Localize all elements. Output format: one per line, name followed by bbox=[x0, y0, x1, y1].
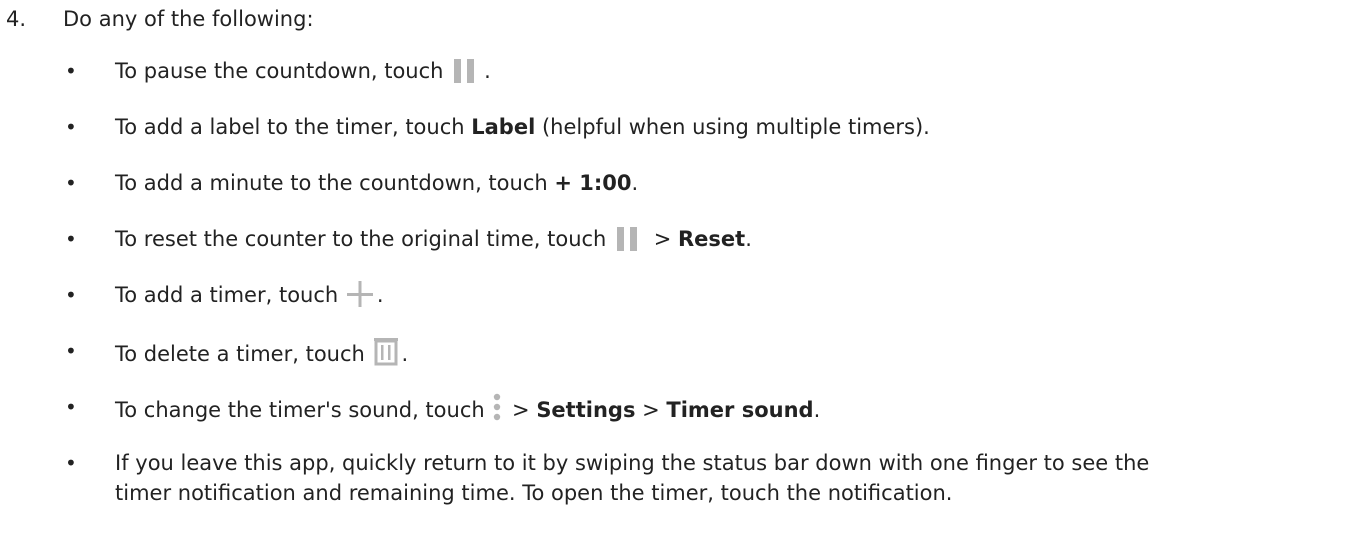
delete-timer-text: To delete a timer, touch bbox=[115, 342, 372, 366]
bullet-dot: • bbox=[65, 451, 77, 475]
pause-icon bbox=[613, 225, 647, 251]
reset-text-end: . bbox=[745, 227, 752, 251]
plus-icon bbox=[345, 281, 377, 307]
add-minute-text: To add a minute to the countdown, touch bbox=[115, 171, 555, 195]
reset-keyword: Reset bbox=[678, 227, 746, 251]
reset-text: To reset the counter to the original tim… bbox=[115, 227, 614, 251]
add-timer-text: To add a timer, touch bbox=[115, 283, 345, 307]
bullet-dot: • bbox=[65, 227, 77, 251]
add-timer-text-end: . bbox=[376, 283, 384, 307]
step-heading: 4. Do any of the following: bbox=[6, 4, 314, 34]
bullet-dot: • bbox=[65, 283, 77, 307]
label-keyword: Label bbox=[471, 115, 536, 139]
list-item-reset: • To reset the counter to the original t… bbox=[65, 224, 1335, 254]
step-number: 4. bbox=[6, 7, 27, 31]
more-vert-icon bbox=[491, 392, 505, 422]
label-text-end: (helpful when using multiple timers). bbox=[535, 115, 930, 139]
sound-separator-2: > bbox=[635, 398, 667, 422]
bullet-dot: • bbox=[65, 395, 77, 419]
add-minute-keyword: + 1:00 bbox=[554, 171, 632, 195]
bullet-dot: • bbox=[65, 171, 77, 195]
sound-text: To change the timer's sound, touch bbox=[115, 398, 492, 422]
list-item-pause: • To pause the countdown, touch . bbox=[65, 56, 1335, 86]
list-item-add-timer: • To add a timer, touch . bbox=[65, 280, 1335, 310]
pause-text: To pause the countdown, touch bbox=[115, 59, 451, 83]
list-item-sound: • To change the timer's sound, touch > S… bbox=[65, 392, 1335, 425]
list-item-delete-timer: • To delete a timer, touch . bbox=[65, 336, 1335, 369]
bullet-dot: • bbox=[65, 115, 77, 139]
list-item-add-minute: • To add a minute to the countdown, touc… bbox=[65, 168, 1335, 198]
list-item-label: • To add a label to the timer, touch Lab… bbox=[65, 112, 1335, 142]
settings-keyword: Settings bbox=[536, 398, 636, 422]
pause-text-end: . bbox=[484, 59, 491, 83]
leave-app-line-2: timer notification and remaining time. T… bbox=[115, 481, 953, 505]
delete-timer-text-end: . bbox=[401, 342, 409, 366]
sound-text-end: . bbox=[813, 398, 821, 422]
leave-app-line-1: If you leave this app, quickly return to… bbox=[115, 451, 1150, 475]
list-item-leave-app: • If you leave this app, quickly return … bbox=[65, 448, 1335, 508]
sound-separator-1: > bbox=[505, 398, 537, 422]
step-text: Do any of the following: bbox=[63, 7, 314, 31]
pause-icon bbox=[450, 57, 484, 83]
add-minute-text-end: . bbox=[631, 171, 639, 195]
reset-separator: > bbox=[647, 227, 678, 251]
trash-icon bbox=[372, 336, 402, 366]
bullet-dot: • bbox=[65, 59, 77, 83]
label-text: To add a label to the timer, touch bbox=[115, 115, 472, 139]
timer-sound-keyword: Timer sound bbox=[666, 398, 814, 422]
bullet-dot: • bbox=[65, 339, 77, 363]
